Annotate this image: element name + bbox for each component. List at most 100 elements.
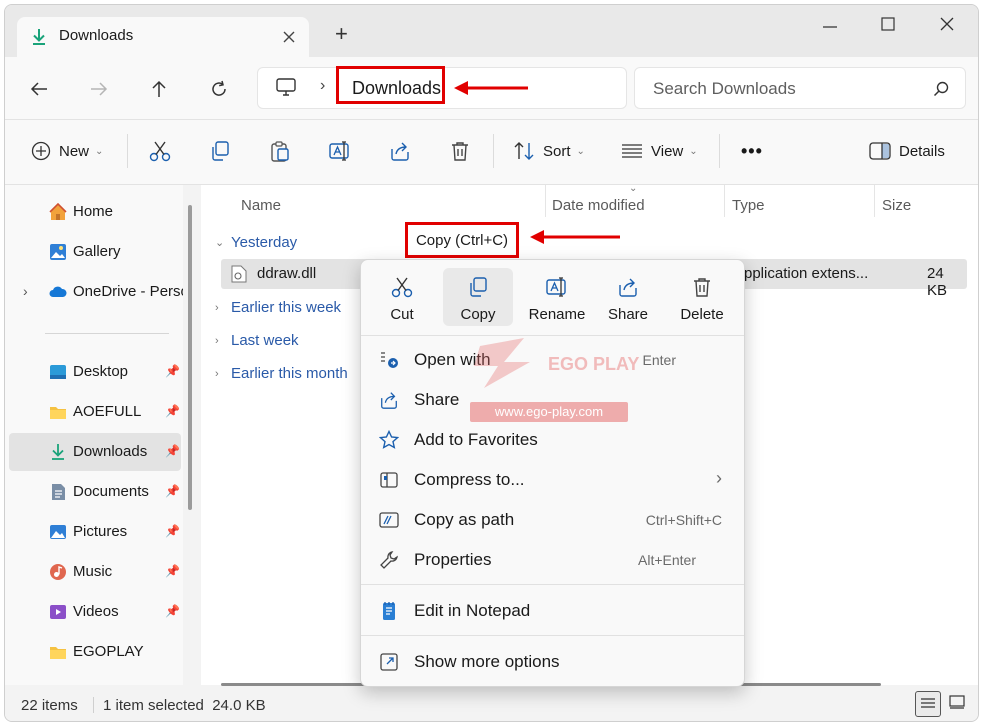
- sidebar-item-downloads[interactable]: Downloads 📌: [9, 433, 181, 471]
- dll-file-icon: [231, 265, 247, 283]
- menu-delete-button[interactable]: Delete: [667, 268, 737, 326]
- paste-button[interactable]: [269, 134, 291, 168]
- menu-share-button[interactable]: Share: [593, 268, 663, 326]
- divider: [45, 333, 169, 334]
- column-header-name[interactable]: Name: [241, 197, 281, 214]
- column-header-type[interactable]: Type: [732, 197, 765, 214]
- file-type: pplication extens...: [744, 265, 869, 282]
- tiles-view-icon: [949, 695, 965, 709]
- divider: [545, 185, 546, 217]
- status-bar: 22 items 1 item selected 24.0 KB: [5, 689, 978, 721]
- up-button[interactable]: [145, 75, 173, 103]
- copy-tooltip: Copy (Ctrl+C): [405, 222, 519, 258]
- menu-rename-button[interactable]: Rename: [517, 268, 597, 326]
- copy-icon: [470, 277, 487, 297]
- menu-cut-button[interactable]: Cut: [367, 268, 437, 326]
- file-size: 24 KB: [927, 265, 948, 299]
- more-options-button[interactable]: •••: [741, 134, 763, 168]
- details-button[interactable]: Details: [869, 134, 945, 168]
- sidebar-item-aoefull[interactable]: AOEFULL 📌: [9, 393, 181, 431]
- annotation-arrow-icon: [454, 81, 528, 95]
- refresh-icon: [212, 80, 226, 96]
- search-box[interactable]: [634, 67, 966, 109]
- menu-copy-button[interactable]: Copy: [443, 268, 513, 326]
- maximize-icon[interactable]: [881, 17, 895, 31]
- watermark-url: www.ego-play.com: [470, 402, 628, 422]
- tiles-view-button[interactable]: [949, 695, 969, 715]
- pin-icon[interactable]: 📌: [165, 444, 180, 458]
- group-earlier-this-week[interactable]: › Earlier this week: [215, 299, 341, 316]
- sidebar-item-pictures[interactable]: Pictures 📌: [9, 513, 181, 551]
- menu-item-properties[interactable]: Properties Alt+Enter: [369, 542, 736, 578]
- delete-button[interactable]: [449, 134, 471, 168]
- menu-item-show-more-options[interactable]: Show more options: [369, 644, 736, 680]
- group-label: Last week: [231, 332, 299, 349]
- copy-icon: [212, 141, 229, 161]
- view-button[interactable]: View ⌄: [621, 134, 698, 168]
- close-icon[interactable]: [940, 17, 954, 31]
- menu-item-shortcut: Ctrl+Shift+C: [645, 512, 722, 528]
- copy-button[interactable]: [209, 134, 231, 168]
- menu-copy-label: Copy: [460, 306, 496, 323]
- sidebar-item-label: AOEFULL: [73, 403, 142, 420]
- folder-icon: [50, 407, 66, 419]
- back-button[interactable]: [25, 75, 53, 103]
- music-icon: [50, 564, 66, 580]
- close-tab-icon[interactable]: [283, 31, 295, 43]
- sidebar-scrollbar[interactable]: [188, 205, 192, 510]
- share-button[interactable]: [389, 134, 411, 168]
- tab-title: Downloads: [59, 27, 134, 44]
- new-tab-button[interactable]: +: [335, 23, 348, 45]
- sidebar-item-documents[interactable]: Documents 📌: [9, 473, 181, 511]
- divider: [127, 134, 128, 168]
- chevron-right-icon: ›: [215, 334, 219, 347]
- menu-item-shortcut: Alt+Enter: [638, 552, 696, 568]
- rename-button[interactable]: [329, 134, 351, 168]
- group-earlier-this-month[interactable]: › Earlier this month: [215, 365, 348, 382]
- group-yesterday[interactable]: ⌄ Yesterday: [215, 234, 297, 251]
- cut-button[interactable]: [149, 134, 171, 168]
- rename-icon: [329, 141, 349, 161]
- pin-icon[interactable]: 📌: [165, 364, 180, 378]
- pin-icon[interactable]: 📌: [165, 604, 180, 618]
- menu-cut-label: Cut: [390, 306, 414, 323]
- videos-icon: [50, 605, 66, 619]
- pin-icon[interactable]: 📌: [165, 564, 180, 578]
- sidebar-item-onedrive[interactable]: OneDrive - Perso: [9, 273, 183, 311]
- share-icon: [619, 278, 637, 297]
- menu-item-compress-to[interactable]: Compress to... ›: [369, 462, 736, 498]
- item-count: 22 items: [21, 697, 78, 714]
- menu-item-copy-as-path[interactable]: Copy as path Ctrl+Shift+C: [369, 502, 736, 538]
- sidebar-item-label: EGOPLAY: [73, 643, 144, 660]
- menu-item-add-to-favorites[interactable]: Add to Favorites: [369, 422, 736, 458]
- sidebar-item-partial[interactable]: T: [9, 673, 181, 685]
- search-input[interactable]: [651, 78, 915, 100]
- group-last-week[interactable]: › Last week: [215, 332, 299, 349]
- menu-item-shortcut: Enter: [642, 352, 676, 368]
- sidebar-item-music[interactable]: Music 📌: [9, 553, 181, 591]
- forward-button[interactable]: [85, 75, 113, 103]
- minimize-icon[interactable]: [823, 25, 837, 29]
- new-button[interactable]: New ⌄: [31, 134, 103, 168]
- column-header-size[interactable]: Size: [882, 197, 911, 214]
- refresh-button[interactable]: [205, 75, 233, 103]
- group-label: Earlier this month: [231, 365, 348, 382]
- menu-item-edit-in-notepad[interactable]: Edit in Notepad: [369, 593, 736, 629]
- sidebar-item-desktop[interactable]: Desktop 📌: [9, 353, 181, 391]
- breadcrumb-separator-icon: ›: [320, 77, 326, 94]
- sidebar-item-label: Pictures: [73, 523, 128, 540]
- sidebar-item-label: OneDrive - Perso: [73, 283, 183, 300]
- divider: [493, 134, 494, 168]
- sidebar-item-home[interactable]: Home: [9, 193, 181, 231]
- details-view-button[interactable]: [915, 691, 941, 717]
- pin-icon[interactable]: 📌: [165, 524, 180, 538]
- column-header-date[interactable]: Date modified: [552, 197, 645, 214]
- pin-icon[interactable]: 📌: [165, 484, 180, 498]
- pin-icon[interactable]: 📌: [165, 404, 180, 418]
- sidebar-item-videos[interactable]: Videos 📌: [9, 593, 181, 631]
- sidebar-item-egoplay[interactable]: EGOPLAY: [9, 633, 181, 671]
- tab-downloads[interactable]: Downloads: [17, 17, 309, 57]
- sidebar-item-gallery[interactable]: Gallery: [9, 233, 181, 271]
- sidebar-item-label: Gallery: [73, 243, 121, 260]
- sort-button[interactable]: Sort ⌄: [513, 134, 585, 168]
